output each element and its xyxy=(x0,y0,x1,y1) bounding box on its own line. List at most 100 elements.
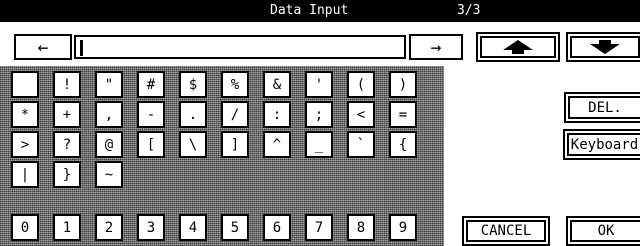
key-label: ] xyxy=(230,136,240,153)
key-label: 4 xyxy=(188,219,198,236)
key-row3-7[interactable]: _ xyxy=(305,131,333,158)
key-row1-3[interactable]: # xyxy=(137,71,165,98)
key-label: 0 xyxy=(20,219,30,236)
key-label: ^ xyxy=(272,136,282,153)
key-label: * xyxy=(20,106,30,123)
key-label: $ xyxy=(188,76,198,93)
key-row3-9[interactable]: { xyxy=(389,131,417,158)
ok-button[interactable]: OK xyxy=(566,216,640,246)
key-label: 6 xyxy=(272,219,282,236)
key-row2-4[interactable]: . xyxy=(179,101,207,128)
key-label: { xyxy=(398,136,408,153)
key-row1-0[interactable] xyxy=(11,71,39,98)
key-label: . xyxy=(188,106,198,123)
key-label: ( xyxy=(356,76,366,93)
key-row2-9[interactable]: = xyxy=(389,101,417,128)
key-row1-9[interactable]: ) xyxy=(389,71,417,98)
key-label: , xyxy=(104,106,114,123)
key-label: < xyxy=(356,106,366,123)
key-label: @ xyxy=(104,136,114,153)
key-label: ) xyxy=(398,76,408,93)
key-row1-4[interactable]: $ xyxy=(179,71,207,98)
scroll-up-button[interactable] xyxy=(476,32,560,62)
key-row5-4[interactable]: 4 xyxy=(179,214,207,241)
key-row2-7[interactable]: ; xyxy=(305,101,333,128)
key-label: + xyxy=(62,106,72,123)
key-row5-8[interactable]: 8 xyxy=(347,214,375,241)
key-label: > xyxy=(20,136,30,153)
key-row1-2[interactable]: " xyxy=(95,71,123,98)
key-row2-0[interactable]: * xyxy=(11,101,39,128)
key-label: 9 xyxy=(398,219,408,236)
key-label: / xyxy=(230,106,240,123)
up-triangle-icon xyxy=(503,40,533,54)
key-row5-3[interactable]: 3 xyxy=(137,214,165,241)
key-label: 7 xyxy=(314,219,324,236)
key-label: \ xyxy=(188,136,198,153)
ok-label: OK xyxy=(597,223,615,239)
scroll-down-button[interactable] xyxy=(566,32,640,62)
text-input[interactable] xyxy=(74,35,406,59)
key-row1-5[interactable]: % xyxy=(221,71,249,98)
key-row3-1[interactable]: ? xyxy=(53,131,81,158)
key-label: 5 xyxy=(230,219,240,236)
key-row2-5[interactable]: / xyxy=(221,101,249,128)
key-label: ` xyxy=(356,136,366,153)
key-label: ~ xyxy=(104,166,114,183)
key-row3-2[interactable]: @ xyxy=(95,131,123,158)
key-label: " xyxy=(104,76,114,93)
key-row5-0[interactable]: 0 xyxy=(11,214,39,241)
right-arrow-icon: → xyxy=(430,36,442,58)
keyboard-label: Keyboard xyxy=(570,136,639,153)
key-row5-5[interactable]: 5 xyxy=(221,214,249,241)
key-label: [ xyxy=(146,136,156,153)
key-label: 8 xyxy=(356,219,366,236)
key-label: ' xyxy=(314,76,324,93)
cancel-button[interactable]: CANCEL xyxy=(462,216,550,246)
left-arrow-icon: ← xyxy=(37,36,49,58)
key-row2-8[interactable]: < xyxy=(347,101,375,128)
key-row1-1[interactable]: ! xyxy=(53,71,81,98)
page-indicator: 3/3 xyxy=(457,3,481,18)
key-label: ! xyxy=(62,76,72,93)
key-label: : xyxy=(272,106,282,123)
cursor-left-button[interactable]: ← xyxy=(14,34,72,60)
cursor-right-button[interactable]: → xyxy=(409,34,463,60)
key-row5-1[interactable]: 1 xyxy=(53,214,81,241)
key-row5-6[interactable]: 6 xyxy=(263,214,291,241)
key-row3-3[interactable]: [ xyxy=(137,131,165,158)
key-label: 3 xyxy=(146,219,156,236)
down-triangle-icon xyxy=(590,40,620,54)
key-row1-7[interactable]: ' xyxy=(305,71,333,98)
key-label: | xyxy=(20,166,30,183)
key-row5-7[interactable]: 7 xyxy=(305,214,333,241)
key-row3-4[interactable]: \ xyxy=(179,131,207,158)
key-label: ; xyxy=(314,106,324,123)
key-row2-3[interactable]: - xyxy=(137,101,165,128)
key-row3-5[interactable]: ] xyxy=(221,131,249,158)
keyboard-button[interactable]: Keyboard xyxy=(563,129,640,160)
key-label: # xyxy=(146,76,156,93)
text-cursor xyxy=(80,40,83,56)
page-title: Data Input xyxy=(270,3,349,18)
key-row2-2[interactable]: , xyxy=(95,101,123,128)
key-label: 1 xyxy=(62,219,72,236)
key-row3-6[interactable]: ^ xyxy=(263,131,291,158)
key-label: & xyxy=(272,76,282,93)
key-row4-0[interactable]: | xyxy=(11,161,39,188)
key-row2-1[interactable]: + xyxy=(53,101,81,128)
cancel-label: CANCEL xyxy=(480,223,532,239)
title-bar: Data Input 3/3 xyxy=(0,0,640,22)
key-row1-6[interactable]: & xyxy=(263,71,291,98)
key-row1-8[interactable]: ( xyxy=(347,71,375,98)
delete-button[interactable]: DEL. xyxy=(564,92,640,123)
key-row4-1[interactable]: } xyxy=(53,161,81,188)
key-row3-8[interactable]: ` xyxy=(347,131,375,158)
key-row3-0[interactable]: > xyxy=(11,131,39,158)
key-row5-9[interactable]: 9 xyxy=(389,214,417,241)
key-row4-2[interactable]: ~ xyxy=(95,161,123,188)
key-row5-2[interactable]: 2 xyxy=(95,214,123,241)
key-row2-6[interactable]: : xyxy=(263,101,291,128)
delete-label: DEL. xyxy=(588,99,622,116)
key-label: ? xyxy=(62,136,72,153)
